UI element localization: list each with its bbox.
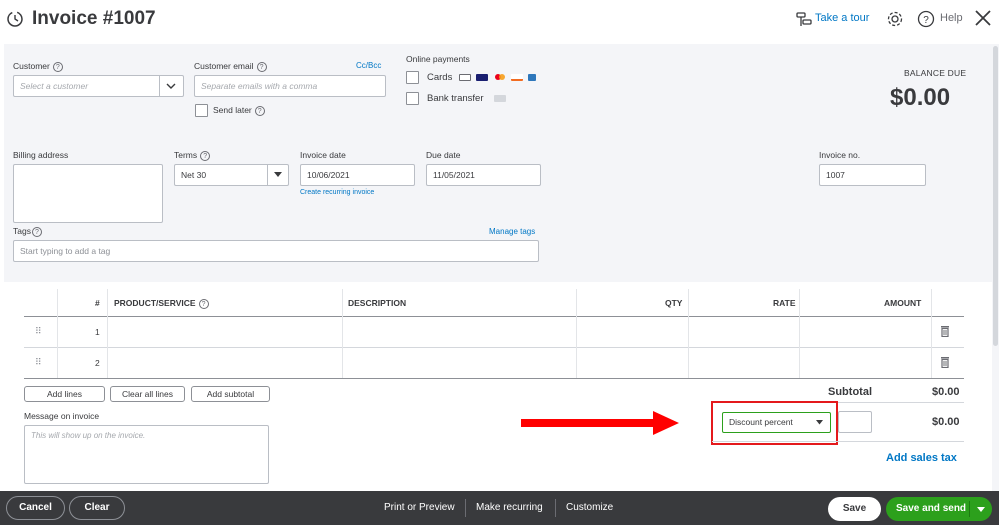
online-payments-label: Online payments bbox=[406, 54, 470, 64]
invoice-no-input[interactable]: 1007 bbox=[819, 164, 926, 186]
discount-amount-input[interactable] bbox=[838, 411, 872, 433]
scrollbar-thumb[interactable] bbox=[993, 46, 998, 346]
message-input[interactable]: This will show up on the invoice. bbox=[24, 425, 269, 484]
red-arrow-annotation bbox=[521, 411, 679, 435]
rate-cell[interactable] bbox=[689, 317, 799, 347]
line-items-table: # PRODUCT/SERVICE? DESCRIPTION QTY RATE … bbox=[24, 289, 964, 379]
visa-icon bbox=[476, 74, 488, 81]
col-description: DESCRIPTION bbox=[348, 298, 407, 308]
terms-select[interactable]: Net 30 bbox=[174, 164, 289, 186]
row-number: 1 bbox=[95, 327, 100, 337]
subtotal-value: $0.00 bbox=[932, 386, 960, 398]
question-icon[interactable]: ? bbox=[254, 105, 265, 116]
balance-due-label: BALANCE DUE bbox=[904, 68, 967, 78]
save-button[interactable]: Save bbox=[828, 497, 881, 521]
due-date-input[interactable]: 11/05/2021 bbox=[426, 164, 541, 186]
description-cell[interactable] bbox=[343, 317, 576, 347]
recent-transactions-icon[interactable] bbox=[6, 10, 24, 28]
add-subtotal-button[interactable]: Add subtotal bbox=[191, 386, 270, 402]
tags-label: Tags? bbox=[13, 226, 42, 237]
customer-email-input[interactable]: Separate emails with a comma bbox=[194, 75, 386, 97]
cards-checkbox[interactable] bbox=[406, 71, 419, 84]
cards-label: Cards bbox=[427, 72, 453, 83]
clear-all-lines-button[interactable]: Clear all lines bbox=[110, 386, 185, 402]
help-link[interactable]: Help bbox=[940, 12, 963, 24]
description-cell[interactable] bbox=[343, 348, 576, 378]
col-rate: RATE bbox=[773, 298, 796, 308]
rate-cell[interactable] bbox=[689, 348, 799, 378]
terms-label: Terms? bbox=[174, 150, 211, 161]
amex-icon bbox=[528, 74, 536, 81]
add-sales-tax-link[interactable]: Add sales tax bbox=[886, 452, 957, 464]
close-icon[interactable] bbox=[974, 9, 992, 27]
amount-cell[interactable] bbox=[800, 317, 931, 347]
send-later-label: Send later? bbox=[213, 105, 265, 116]
caret-down-icon[interactable] bbox=[816, 420, 823, 425]
make-recurring-button[interactable]: Make recurring bbox=[476, 502, 543, 513]
help-icon[interactable]: ? bbox=[917, 10, 935, 28]
product-service-cell[interactable] bbox=[108, 348, 342, 378]
drag-handle-icon[interactable]: ⠿ bbox=[35, 357, 42, 368]
amount-cell[interactable] bbox=[800, 348, 931, 378]
invoice-date-input[interactable]: 10/06/2021 bbox=[300, 164, 415, 186]
drag-handle-icon[interactable]: ⠿ bbox=[35, 326, 42, 337]
question-icon[interactable]: ? bbox=[198, 298, 209, 309]
tags-input[interactable]: Start typing to add a tag bbox=[13, 240, 539, 262]
manage-tags-link[interactable]: Manage tags bbox=[489, 227, 535, 236]
question-icon[interactable]: ? bbox=[200, 150, 211, 161]
col-product-service: PRODUCT/SERVICE? bbox=[114, 298, 209, 309]
svg-text:?: ? bbox=[923, 15, 929, 26]
caret-down-icon[interactable] bbox=[977, 507, 985, 512]
cancel-button[interactable]: Cancel bbox=[6, 496, 65, 520]
clear-button[interactable]: Clear bbox=[69, 496, 125, 520]
tour-icon[interactable] bbox=[796, 11, 812, 27]
billing-address-label: Billing address bbox=[13, 150, 69, 160]
qty-cell[interactable] bbox=[577, 317, 688, 347]
add-lines-button[interactable]: Add lines bbox=[24, 386, 105, 402]
balance-due-value: $0.00 bbox=[890, 84, 951, 111]
col-num: # bbox=[95, 298, 100, 308]
create-recurring-link[interactable]: Create recurring invoice bbox=[300, 189, 374, 196]
subtotal-label: Subtotal bbox=[828, 386, 872, 398]
col-amount: AMOUNT bbox=[884, 298, 922, 308]
question-icon[interactable]: ? bbox=[256, 61, 267, 72]
caret-down-icon[interactable] bbox=[274, 172, 282, 178]
take-tour-link[interactable]: Take a tour bbox=[815, 12, 869, 24]
discover-icon bbox=[511, 74, 523, 81]
invoice-date-label: Invoice date bbox=[300, 150, 346, 160]
message-label: Message on invoice bbox=[24, 411, 100, 421]
invoice-no-label: Invoice no. bbox=[819, 150, 861, 160]
cc-bcc-link[interactable]: Cc/Bcc bbox=[356, 61, 381, 70]
save-and-send-button[interactable]: Save and send bbox=[886, 497, 992, 521]
customize-button[interactable]: Customize bbox=[566, 502, 613, 513]
send-later-checkbox[interactable] bbox=[195, 104, 208, 117]
qty-cell[interactable] bbox=[577, 348, 688, 378]
discount-type-select[interactable]: Discount percent bbox=[722, 412, 831, 433]
bank-icon bbox=[494, 95, 506, 102]
discount-value: $0.00 bbox=[932, 416, 960, 428]
question-icon[interactable]: ? bbox=[52, 61, 63, 72]
gear-icon[interactable] bbox=[886, 10, 904, 28]
bank-transfer-label: Bank transfer bbox=[427, 93, 484, 104]
question-icon[interactable]: ? bbox=[31, 226, 42, 237]
apple-pay-icon bbox=[459, 74, 471, 81]
customer-label: Customer? bbox=[13, 61, 63, 72]
page-title: Invoice #1007 bbox=[32, 8, 156, 29]
chevron-down-icon[interactable] bbox=[166, 82, 176, 90]
print-preview-button[interactable]: Print or Preview bbox=[384, 502, 455, 513]
col-qty: QTY bbox=[665, 298, 683, 308]
row-number: 2 bbox=[95, 358, 100, 368]
due-date-label: Due date bbox=[426, 150, 461, 160]
bank-transfer-checkbox[interactable] bbox=[406, 92, 419, 105]
billing-address-input[interactable] bbox=[13, 164, 163, 223]
trash-icon[interactable] bbox=[940, 356, 950, 368]
mastercard-icon bbox=[494, 74, 506, 81]
customer-email-label: Customer email? bbox=[194, 61, 267, 72]
invoice-header: Invoice #1007 Take a tour ? Help bbox=[0, 0, 999, 44]
trash-icon[interactable] bbox=[940, 325, 950, 337]
product-service-cell[interactable] bbox=[108, 317, 342, 347]
